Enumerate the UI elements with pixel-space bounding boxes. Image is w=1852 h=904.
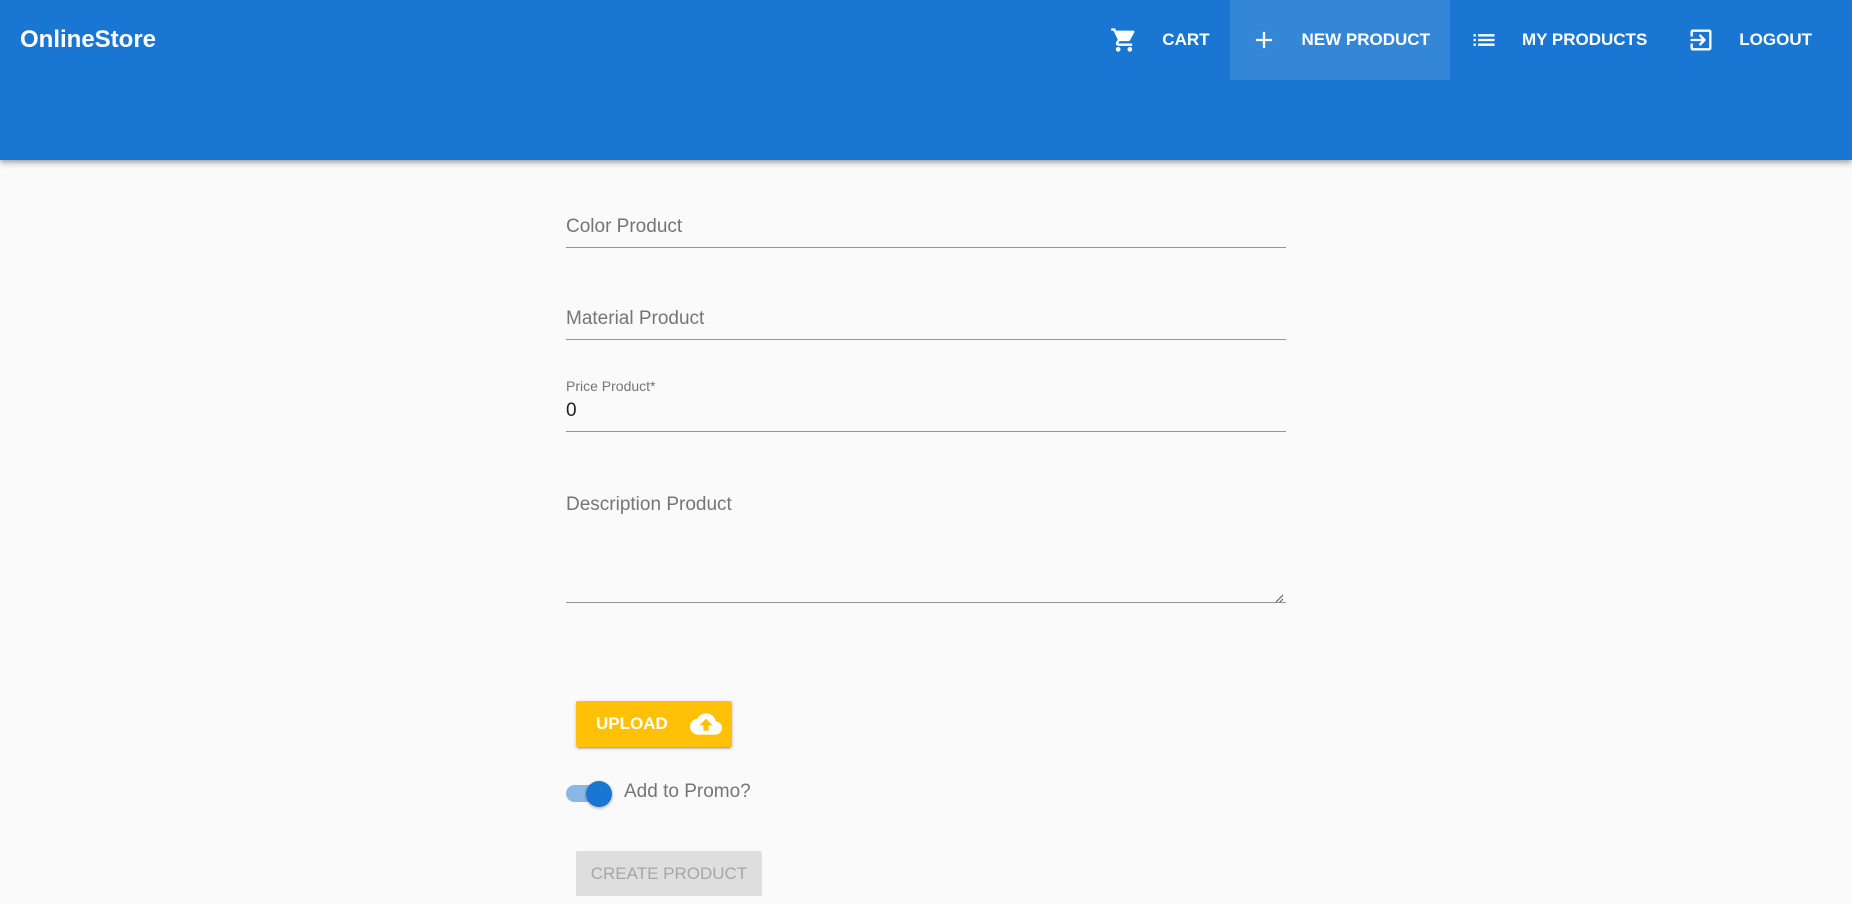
cart-icon bbox=[1110, 26, 1138, 54]
app-title[interactable]: OnlineStore bbox=[20, 26, 156, 54]
nav-new-product-label: NEW PRODUCT bbox=[1301, 30, 1430, 49]
color-product-placeholder: Color Product bbox=[566, 216, 683, 237]
promo-toggle[interactable] bbox=[566, 780, 612, 807]
nav-my-products-label: MY PRODUCTS bbox=[1521, 30, 1648, 49]
nav-bar: CART NEW PRODUCT MY PRODUCTS LOGOUT bbox=[1090, 0, 1852, 80]
cloud-upload-icon bbox=[689, 708, 722, 740]
description-product-placeholder: Description Product bbox=[566, 494, 732, 515]
upload-button-label: UPLOAD bbox=[596, 714, 668, 733]
material-product-underline bbox=[566, 339, 1286, 340]
price-product-value: 0 bbox=[566, 400, 577, 421]
plus-icon bbox=[1250, 26, 1278, 54]
promo-toggle-label[interactable]: Add to Promo? bbox=[624, 781, 751, 803]
upload-button[interactable]: UPLOAD bbox=[576, 701, 732, 747]
nav-cart-label: CART bbox=[1162, 30, 1210, 49]
color-product-field[interactable]: Color Product bbox=[566, 160, 1286, 248]
color-product-underline bbox=[566, 247, 1286, 248]
list-icon bbox=[1470, 26, 1498, 54]
description-product-underline bbox=[566, 602, 1286, 603]
price-product-label: Price Product* bbox=[566, 378, 656, 394]
price-product-field[interactable]: Price Product* 0 bbox=[566, 344, 1286, 432]
description-product-field[interactable]: Description Product bbox=[566, 436, 1286, 604]
material-product-field[interactable]: Material Product bbox=[566, 252, 1286, 340]
app-toolbar: OnlineStore CART NEW PRODUCT MY PRODUCTS… bbox=[0, 0, 1852, 160]
nav-logout-button[interactable]: LOGOUT bbox=[1667, 0, 1832, 80]
promo-toggle-thumb bbox=[586, 781, 612, 807]
resize-handle-icon[interactable] bbox=[1274, 591, 1284, 604]
create-product-button[interactable]: CREATE PRODUCT bbox=[576, 851, 762, 896]
material-product-placeholder: Material Product bbox=[566, 308, 705, 329]
nav-cart-button[interactable]: CART bbox=[1090, 0, 1229, 80]
nav-new-product-button[interactable]: NEW PRODUCT bbox=[1229, 0, 1450, 80]
logout-icon bbox=[1687, 26, 1715, 54]
nav-my-products-button[interactable]: MY PRODUCTS bbox=[1450, 0, 1667, 80]
price-product-underline bbox=[566, 431, 1286, 432]
nav-logout-label: LOGOUT bbox=[1739, 30, 1812, 49]
